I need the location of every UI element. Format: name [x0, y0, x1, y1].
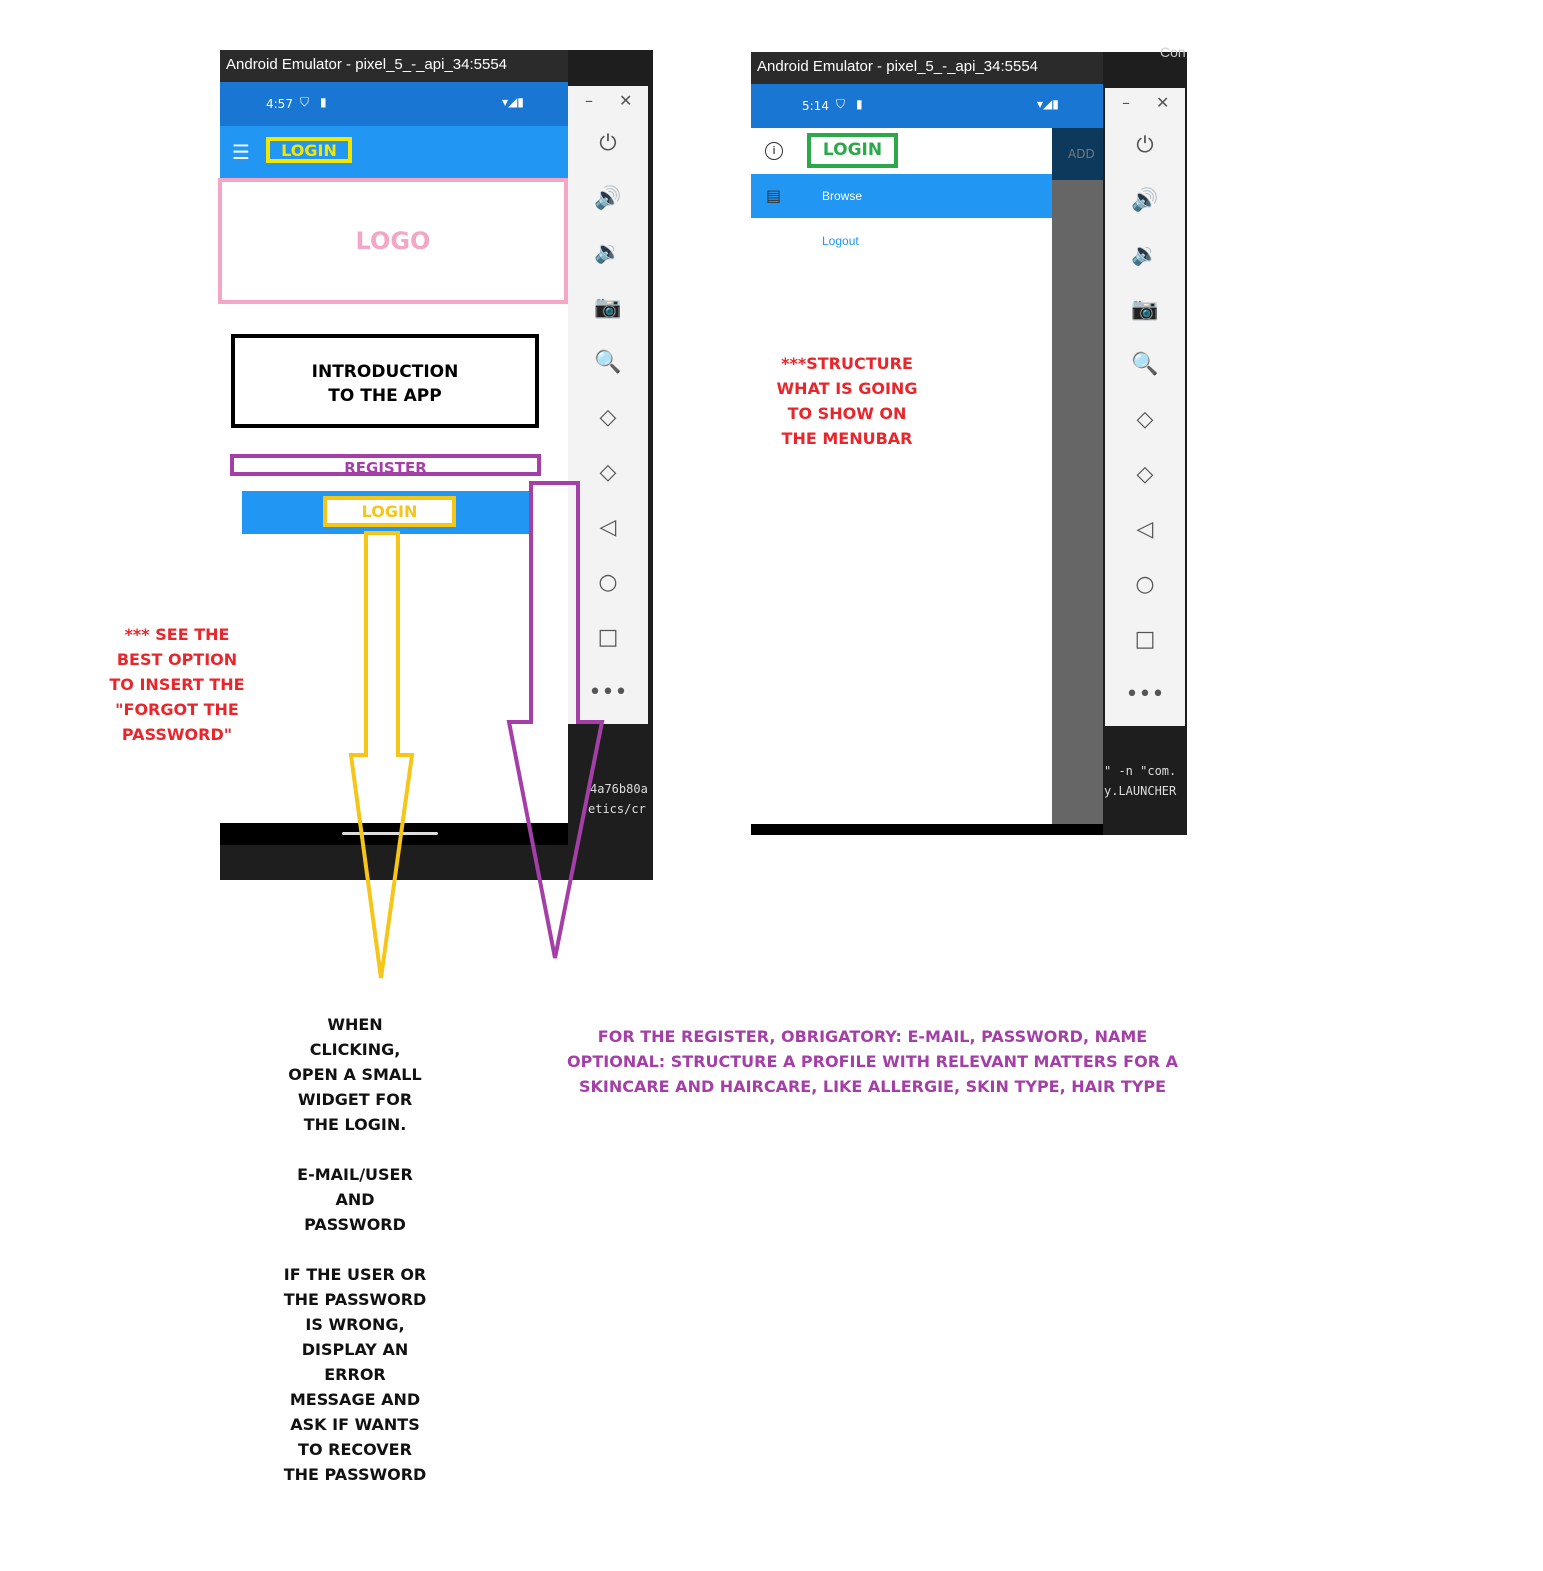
note-line: TO SHOW ON	[787, 404, 907, 423]
note-line: SKINCARE AND HAIRCARE, LIKE ALLERGIE, SK…	[578, 1077, 1167, 1096]
note-line: PASSWORD"	[121, 725, 233, 744]
note-line: ERROR	[324, 1365, 386, 1384]
note-line	[255, 1137, 455, 1162]
note-line: BEST OPTION	[116, 650, 238, 669]
note-line: PASSWORD	[304, 1215, 406, 1234]
note-line	[255, 1237, 455, 1262]
note-line: TO INSERT THE	[109, 675, 245, 694]
annotation-arrows	[348, 481, 605, 979]
note-line: ***STRUCTURE	[781, 354, 913, 373]
note-line: OPEN A SMALL	[288, 1065, 422, 1084]
note-line: THE PASSWORD	[283, 1465, 427, 1484]
login-widget-note: WHEN CLICKING, OPEN A SMALL WIDGET FOR T…	[255, 1012, 455, 1487]
note-line: AND	[335, 1190, 375, 1209]
note-line: FOR THE REGISTER, OBRIGATORY: E-MAIL, PA…	[597, 1027, 1148, 1046]
note-line: IF THE USER OR	[283, 1265, 427, 1284]
yellow-arrow	[348, 531, 415, 979]
note-line: THE PASSWORD	[283, 1290, 427, 1309]
note-line: "FORGOT THE	[115, 700, 239, 719]
note-line: WIDGET FOR	[297, 1090, 413, 1109]
note-line: MESSAGE AND	[289, 1390, 421, 1409]
note-line: WHEN	[327, 1015, 383, 1034]
register-note: FOR THE REGISTER, OBRIGATORY: E-MAIL, PA…	[540, 1024, 1205, 1099]
note-line: WHAT IS GOING	[776, 379, 918, 398]
note-line: DISPLAY AN	[301, 1340, 409, 1359]
note-line: OPTIONAL: STRUCTURE A PROFILE WITH RELEV…	[567, 1052, 1178, 1071]
note-line: *** SEE THE	[124, 625, 230, 644]
note-line: ASK IF WANTS	[290, 1415, 420, 1434]
purple-arrow	[506, 481, 605, 959]
note-line: THE MENUBAR	[781, 429, 913, 448]
note-line: CLICKING,	[309, 1040, 401, 1059]
menubar-note: ***STRUCTURE WHAT IS GOING TO SHOW ON TH…	[757, 351, 937, 451]
forgot-password-note: *** SEE THE BEST OPTION TO INSERT THE "F…	[97, 622, 257, 747]
note-line: TO RECOVER	[298, 1440, 412, 1459]
note-line: IS WRONG,	[305, 1315, 405, 1334]
note-line: THE LOGIN.	[303, 1115, 407, 1134]
note-line: E-MAIL/USER	[297, 1165, 413, 1184]
